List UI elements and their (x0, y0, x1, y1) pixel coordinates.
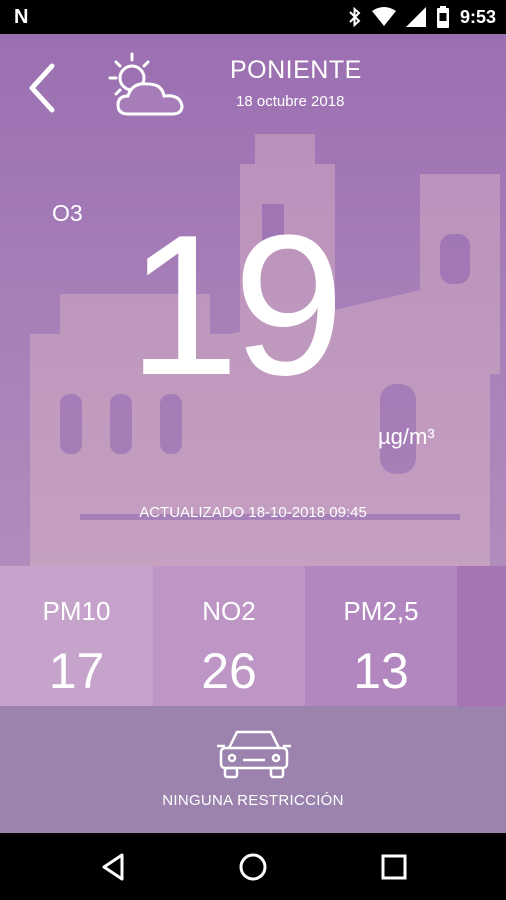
back-button[interactable] (22, 58, 62, 118)
battery-icon (436, 6, 449, 28)
pollutant-tiles[interactable]: PM10 17 NO2 26 PM2,5 13 (0, 566, 506, 706)
status-bar: N 9:53 (0, 0, 506, 34)
pollutant-label: O3 (52, 200, 83, 226)
partly-cloudy-icon (108, 52, 184, 116)
tile-no2[interactable]: NO2 26 (153, 566, 305, 706)
station-name: PONIENTE (230, 56, 362, 84)
air-quality-hero: PONIENTE 18 octubre 2018 O3 19 µg/m³ ACT… (0, 34, 506, 566)
pollutant-value: 19 (128, 194, 344, 417)
wifi-icon (371, 7, 396, 26)
clock: 9:53 (459, 6, 496, 27)
recents-nav-icon[interactable] (378, 851, 410, 883)
restriction-text: NINGUNA RESTRICCIÓN (162, 792, 344, 809)
unit-label: µg/m³ (378, 424, 435, 449)
tile-name: PM2,5 (343, 596, 419, 626)
notification-n-icon: N (14, 6, 29, 28)
tile-pm25[interactable]: PM2,5 13 (305, 566, 457, 706)
tile-name: PM10 (42, 596, 111, 626)
android-nav-bar (0, 833, 506, 900)
car-icon (217, 730, 291, 779)
tile-value: 26 (201, 643, 257, 699)
tile-pm10[interactable]: PM10 17 (0, 566, 153, 706)
updated-timestamp: ACTUALIZADO 18-10-2018 09:45 (139, 504, 367, 521)
tile-name: NO2 (202, 596, 256, 626)
tile-partial[interactable] (457, 566, 506, 706)
tile-value: 13 (353, 643, 409, 699)
back-nav-icon[interactable] (98, 851, 130, 883)
tile-value: 17 (48, 643, 105, 699)
signal-icon (405, 7, 426, 27)
traffic-restriction-panel: NINGUNA RESTRICCIÓN (0, 706, 506, 833)
station-date: 18 octubre 2018 (236, 93, 345, 110)
home-nav-icon[interactable] (237, 851, 269, 883)
bluetooth-icon (349, 7, 361, 27)
